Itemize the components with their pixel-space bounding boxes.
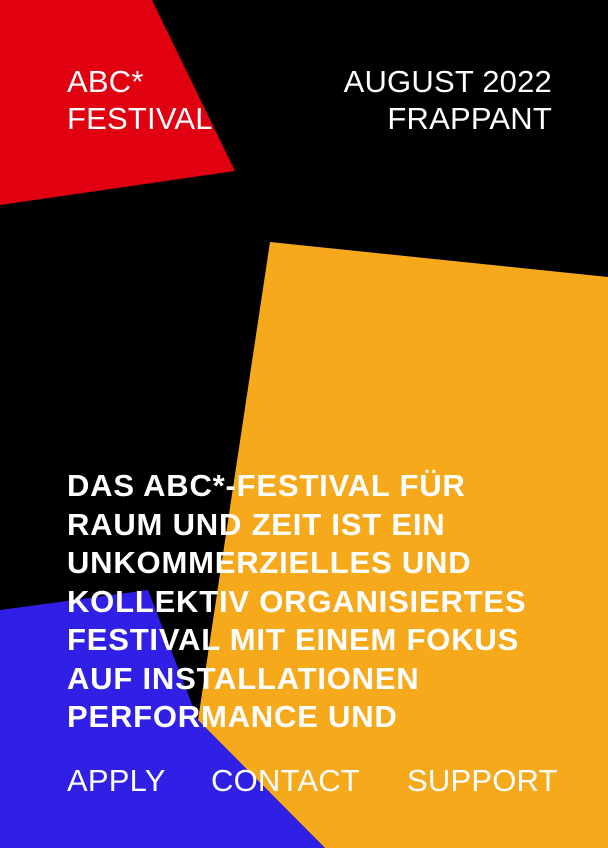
intro-line: PERFORMANCE UND — [67, 699, 398, 734]
festival-page: ABC* FESTIVAL AUGUST 2022 FRAPPANT DAS A… — [0, 0, 608, 848]
intro-line: DAS ABC*-FESTIVAL FÜR — [67, 468, 466, 503]
intro-line: FESTIVAL MIT EINEM FOKUS — [67, 622, 520, 657]
brand-line-1: ABC* — [67, 64, 144, 99]
contact-link[interactable]: CONTACT — [211, 762, 360, 800]
event-venue: FRAPPANT — [387, 101, 552, 136]
event-date: AUGUST 2022 — [343, 64, 552, 99]
apply-link[interactable]: APPLY — [67, 762, 166, 800]
event-info: AUGUST 2022 FRAPPANT — [344, 63, 552, 137]
bottom-navigation: APPLY CONTACT SUPPORT — [0, 762, 608, 802]
intro-line: KOLLEKTIV ORGANISIERTES — [67, 583, 527, 619]
festival-intro: DAS ABC*-FESTIVAL FÜR RAUM UND ZEIT IST … — [67, 467, 587, 737]
support-link[interactable]: SUPPORT — [407, 762, 558, 800]
brand-line-2: FESTIVAL — [67, 101, 213, 136]
intro-line: RAUM UND ZEIT IST EIN — [67, 506, 446, 542]
intro-line: AUF INSTALLATIONEN — [67, 660, 420, 696]
festival-brand[interactable]: ABC* FESTIVAL — [67, 63, 213, 137]
intro-line: UNKOMMERZIELLES UND — [67, 545, 472, 580]
